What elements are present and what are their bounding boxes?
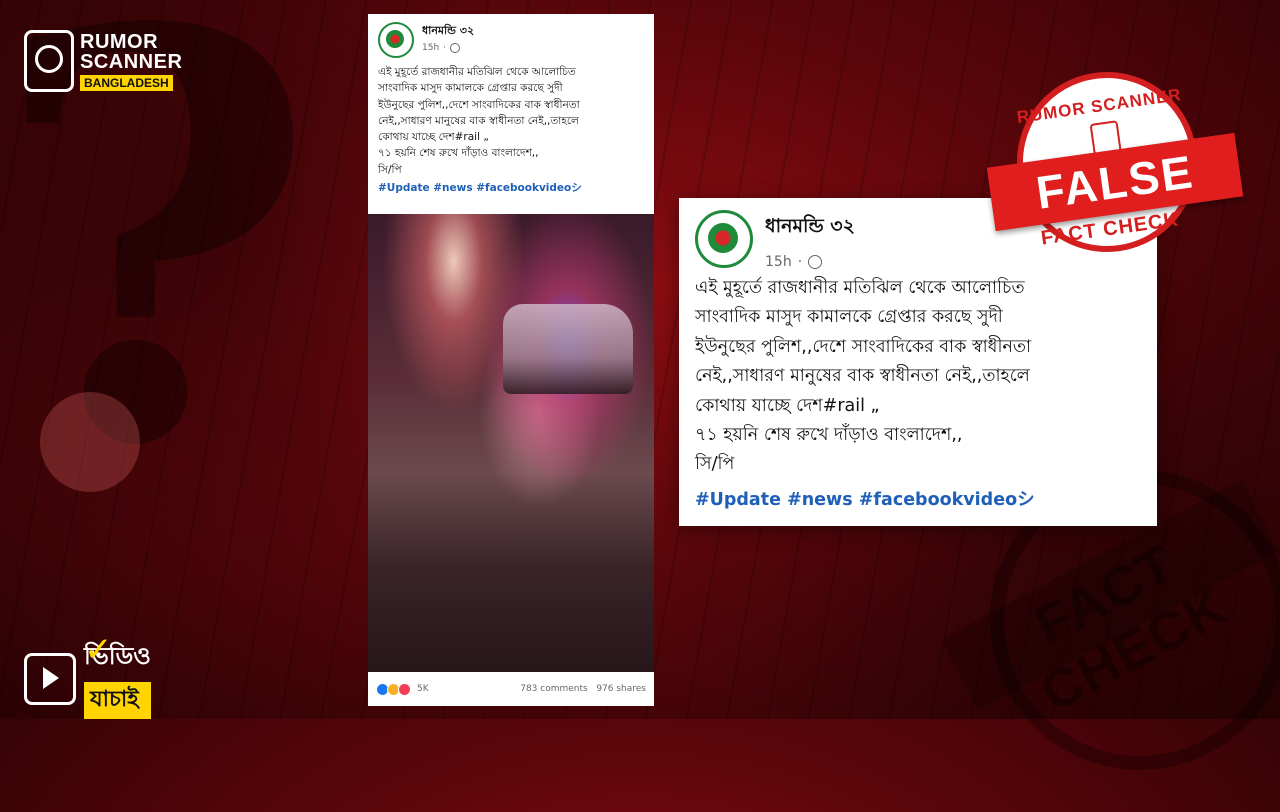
facebook-post-card: ধানমন্ডি ৩২ 15h · এই মুহূর্তে রাজধানীর ম… bbox=[368, 14, 654, 706]
phone-check-icon bbox=[24, 30, 74, 92]
post-line: ইউনুছের পুলিশ,,দেশে সাংবাদিকের বাক স্বাধ… bbox=[378, 98, 580, 111]
post-line: ৭১ হয়নি শেষ রুখে দাঁড়াও বাংলাদেশ,, bbox=[378, 147, 539, 160]
zoomed-post-text: এই মুহূর্তে রাজধানীর মতিঝিল থেকে আলোচিত … bbox=[679, 270, 1157, 480]
play-icon bbox=[24, 652, 76, 705]
post-line: কোথায় যাচ্ছে দেশ#rail „ bbox=[378, 131, 489, 144]
zoomed-post-line: নেই,,সাধারণ মানুষের বাক স্বাধীনতা নেই,,ত… bbox=[695, 366, 1030, 387]
zoomed-post-line: সাংবাদিক মাসুদ কামালকে গ্রেপ্তার করছে সু… bbox=[695, 307, 1003, 328]
post-line: নেই,,সাধারণ মানুষের বাক স্বাধীনতা নেই,,ত… bbox=[378, 114, 579, 127]
reaction-count: 5K bbox=[417, 684, 429, 694]
engagement-counts: 783 comments 976 shares bbox=[520, 684, 646, 694]
zoomed-post-author: ধানমন্ডি ৩২ bbox=[765, 215, 855, 237]
post-author[interactable]: ধানমন্ডি ৩২ bbox=[422, 22, 474, 41]
post-line: এই মুহূর্তে রাজধানীর মতিঝিল থেকে আলোচিত bbox=[378, 66, 576, 78]
post-footer: 5K 783 comments 976 shares bbox=[368, 672, 654, 706]
video-verification-badge: ✓ ভিডিও যাচাই bbox=[24, 630, 151, 719]
rumor-scanner-logo: RUMOR SCANNER BANGLADESH bbox=[24, 30, 182, 92]
love-icon bbox=[398, 682, 411, 696]
reactions[interactable]: 5K bbox=[376, 682, 429, 696]
badge-word-verify: যাচাই bbox=[84, 682, 151, 719]
comment-count[interactable]: 783 comments bbox=[520, 684, 588, 694]
video-car-shape bbox=[503, 304, 633, 394]
zoomed-post-line: কোথায় যাচ্ছে দেশ#rail „ bbox=[695, 395, 880, 416]
zoomed-post-line: ইউনুছের পুলিশ,,দেশে সাংবাদিকের বাক স্বাধ… bbox=[695, 336, 1032, 357]
post-meta: 15h · bbox=[422, 43, 474, 53]
post-time[interactable]: 15h bbox=[422, 43, 439, 53]
zoomed-post-hashtags: #Update #news #facebookvideoシ bbox=[695, 489, 1035, 510]
post-line: সাংবাদিক মাসুদ কামালকে গ্রেপ্তার করছে সু… bbox=[378, 82, 563, 95]
zoomed-post-line: সি/পি bbox=[695, 454, 735, 475]
checkmark-icon: ✓ bbox=[84, 630, 113, 670]
share-count[interactable]: 976 shares bbox=[596, 684, 646, 694]
post-video[interactable] bbox=[368, 214, 654, 684]
zoomed-post-line: ৭১ হয়নি শেষ রুখে দাঁড়াও বাংলাদেশ,, bbox=[695, 424, 963, 445]
question-mark-dot bbox=[40, 392, 140, 492]
post-hashtags[interactable]: #Update #news #facebookvideoシ bbox=[368, 178, 654, 195]
post-text: এই মুহূর্তে রাজধানীর মতিঝিল থেকে আলোচিত … bbox=[368, 58, 654, 178]
globe-icon bbox=[808, 255, 823, 269]
post-line: সি/পি bbox=[378, 163, 402, 176]
logo-line-1: RUMOR bbox=[80, 30, 159, 53]
logo-line-3: BANGLADESH bbox=[80, 74, 173, 91]
post-header: ধানমন্ডি ৩২ 15h · bbox=[368, 14, 654, 58]
avatar[interactable] bbox=[378, 22, 414, 58]
logo-text: RUMOR SCANNER BANGLADESH bbox=[80, 32, 182, 91]
avatar bbox=[695, 210, 753, 268]
zoomed-post-line: এই মুহূর্তে রাজধানীর মতিঝিল থেকে আলোচিত bbox=[695, 278, 1025, 298]
globe-icon bbox=[450, 43, 461, 53]
zoomed-post-meta: 15h · bbox=[765, 254, 855, 270]
zoomed-post-time: 15h bbox=[765, 254, 792, 270]
logo-line-2: SCANNER bbox=[80, 50, 183, 73]
